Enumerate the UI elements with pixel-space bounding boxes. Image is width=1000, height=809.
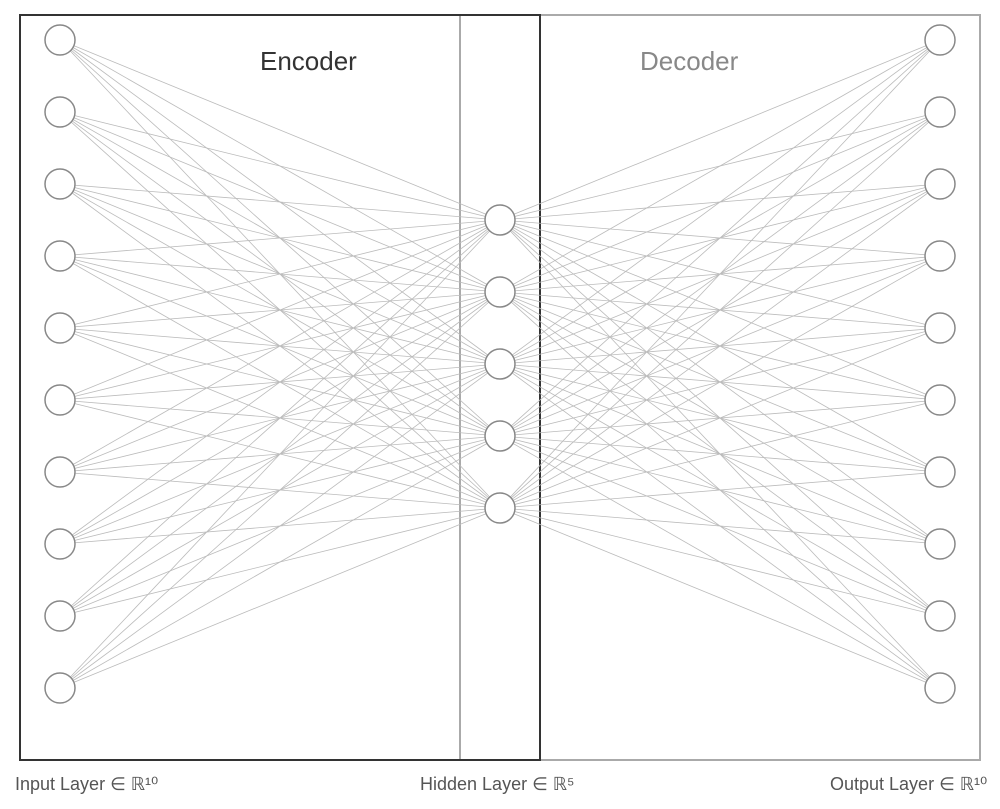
input-node <box>45 241 75 271</box>
output-node <box>925 385 955 415</box>
hidden-layer-label: Hidden Layer ∈ ℝ⁵ <box>420 774 574 794</box>
edge <box>500 472 940 508</box>
edge <box>60 220 500 616</box>
edge <box>500 256 940 508</box>
edge <box>500 40 940 436</box>
edge <box>500 40 940 364</box>
input-node <box>45 97 75 127</box>
edge <box>500 508 940 688</box>
edge <box>500 328 940 508</box>
encoder-label: Encoder <box>260 46 357 76</box>
nodes-group <box>45 25 955 703</box>
output-node <box>925 673 955 703</box>
edge <box>60 184 500 220</box>
edge <box>500 400 940 508</box>
edge <box>500 508 940 544</box>
edge <box>500 112 940 508</box>
output-node <box>925 529 955 559</box>
input-node <box>45 385 75 415</box>
input-node <box>45 457 75 487</box>
edge <box>60 364 500 688</box>
input-node <box>45 169 75 199</box>
edge <box>60 292 500 688</box>
edge <box>60 220 500 400</box>
input-node <box>45 529 75 559</box>
edge <box>500 40 940 292</box>
decoder-label: Decoder <box>640 46 739 76</box>
output-node <box>925 601 955 631</box>
edge <box>500 184 940 508</box>
output-node <box>925 169 955 199</box>
encoder-box <box>20 15 540 760</box>
hidden-node <box>485 277 515 307</box>
edge <box>60 220 500 328</box>
input-node <box>45 313 75 343</box>
output-node <box>925 25 955 55</box>
hidden-node <box>485 205 515 235</box>
edge <box>60 220 500 688</box>
edge <box>60 436 500 688</box>
input-node <box>45 601 75 631</box>
hidden-node <box>485 349 515 379</box>
edge <box>60 220 500 472</box>
input-node <box>45 25 75 55</box>
edge <box>500 40 940 508</box>
input-node <box>45 673 75 703</box>
edge <box>60 112 500 220</box>
output-node <box>925 457 955 487</box>
output-node <box>925 97 955 127</box>
edge <box>60 220 500 256</box>
input-layer-label: Input Layer ∈ ℝ¹⁰ <box>15 774 158 794</box>
decoder-box <box>460 15 980 760</box>
output-node <box>925 241 955 271</box>
hidden-node <box>485 421 515 451</box>
edge <box>60 220 500 544</box>
output-node <box>925 313 955 343</box>
hidden-node <box>485 493 515 523</box>
edge <box>60 508 500 688</box>
output-layer-label: Output Layer ∈ ℝ¹⁰ <box>830 774 987 794</box>
edge <box>500 508 940 616</box>
